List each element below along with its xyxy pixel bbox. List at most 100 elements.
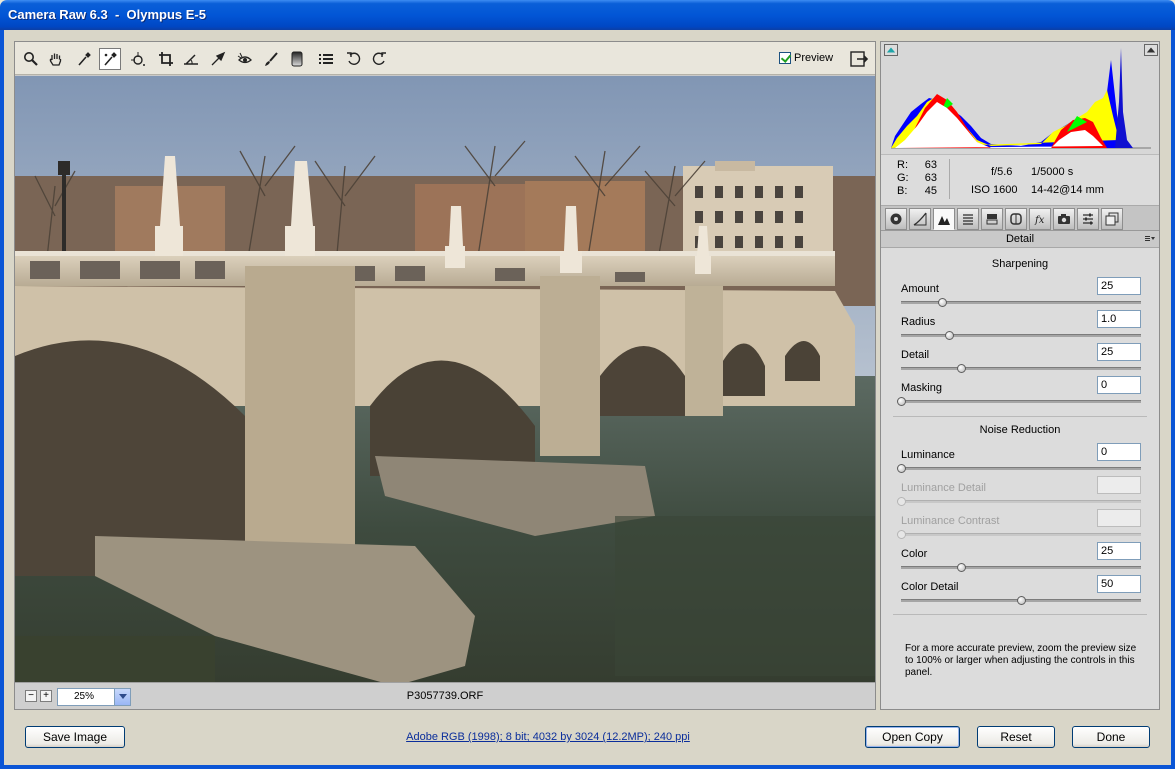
luminance-detail-slider-thumb bbox=[897, 497, 906, 506]
blue-label: B: bbox=[897, 185, 908, 197]
rotate-left-icon[interactable] bbox=[343, 48, 365, 70]
color-detail-slider-thumb[interactable] bbox=[1017, 596, 1026, 605]
panel-menu-icon[interactable] bbox=[1145, 236, 1155, 242]
color-detail-control: Color Detail 50 bbox=[899, 575, 1143, 611]
readout-divider bbox=[949, 159, 950, 199]
title-bar[interactable]: Camera Raw 6.3 - Olympus E-5 bbox=[0, 0, 1175, 30]
luminance-field[interactable]: 0 bbox=[1097, 443, 1141, 461]
luminance-detail-label: Luminance Detail bbox=[901, 482, 986, 494]
tab-tone-curve-icon[interactable] bbox=[909, 208, 931, 230]
graduated-filter-icon[interactable] bbox=[286, 48, 308, 70]
preferences-icon[interactable] bbox=[315, 48, 337, 70]
radius-field[interactable]: 1.0 bbox=[1097, 310, 1141, 328]
workflow-options-link[interactable]: Adobe RGB (1998); 8 bit; 4032 by 3024 (1… bbox=[380, 731, 716, 743]
green-value: 63 bbox=[924, 172, 937, 184]
luminance-detail-control: Luminance Detail bbox=[897, 476, 1143, 512]
luminance-contrast-field bbox=[1097, 509, 1141, 527]
adjustment-brush-icon[interactable] bbox=[260, 48, 282, 70]
save-image-button[interactable]: Save Image bbox=[25, 726, 125, 748]
radius-label: Radius bbox=[901, 316, 936, 328]
file-name: P3057739.ORF bbox=[406, 690, 484, 702]
shutter-value: 1/5000 s bbox=[1031, 166, 1074, 178]
luminance-detail-slider-track bbox=[901, 500, 1141, 503]
spot-removal-icon[interactable] bbox=[207, 48, 229, 70]
masking-control: Masking 0 bbox=[897, 376, 1143, 412]
full-screen-icon[interactable] bbox=[849, 49, 869, 69]
red-value: 63 bbox=[924, 159, 937, 171]
hand-tool-icon[interactable] bbox=[45, 48, 67, 70]
luminance-contrast-label: Luminance Contrast bbox=[901, 515, 1000, 527]
color-slider-track[interactable] bbox=[901, 566, 1141, 569]
tab-detail-icon[interactable] bbox=[933, 208, 955, 230]
tab-split-toning-icon[interactable] bbox=[981, 208, 1003, 230]
tab-snapshots-icon[interactable] bbox=[1101, 208, 1123, 230]
luminance-label: Luminance bbox=[901, 449, 955, 461]
tab-effects-icon[interactable]: fx bbox=[1029, 208, 1051, 230]
color-label: Color bbox=[901, 548, 928, 560]
highlight-clipping-icon[interactable] bbox=[1144, 44, 1158, 56]
color-field[interactable]: 25 bbox=[1097, 542, 1141, 560]
zoom-tool-icon[interactable] bbox=[20, 48, 42, 70]
section-divider bbox=[893, 416, 1147, 417]
amount-control: Amount 25 bbox=[899, 277, 1143, 313]
luminance-slider-track[interactable] bbox=[901, 467, 1141, 470]
white-balance-icon[interactable] bbox=[73, 48, 95, 70]
luminance-control: Luminance 0 bbox=[897, 443, 1143, 479]
preview-status-bar: − + 25% P3057739.ORF bbox=[15, 682, 875, 709]
radius-slider-track[interactable] bbox=[901, 334, 1141, 337]
luminance-contrast-slider-thumb bbox=[897, 530, 906, 539]
straighten-icon[interactable] bbox=[180, 48, 202, 70]
radius-slider-thumb[interactable] bbox=[945, 331, 954, 340]
color-detail-label: Color Detail bbox=[901, 581, 959, 593]
color-detail-field[interactable]: 50 bbox=[1097, 575, 1141, 593]
radius-control: Radius 1.0 bbox=[899, 310, 1143, 346]
open-copy-button[interactable]: Open Copy bbox=[865, 726, 960, 748]
luminance-detail-field bbox=[1097, 476, 1141, 494]
detail-panel: Sharpening Amount 25 Radius 1.0 Detail 2… bbox=[881, 249, 1159, 709]
tab-basic-icon[interactable] bbox=[885, 208, 907, 230]
lens-value: 14-42@14 mm bbox=[1031, 184, 1104, 196]
amount-field[interactable]: 25 bbox=[1097, 277, 1141, 295]
panel-title: Detail bbox=[1005, 233, 1035, 245]
done-button[interactable]: Done bbox=[1072, 726, 1150, 748]
iso-value: ISO 1600 bbox=[971, 184, 1018, 196]
tab-presets-icon[interactable] bbox=[1077, 208, 1099, 230]
red-eye-icon[interactable] bbox=[234, 48, 256, 70]
targeted-adjustment-icon[interactable] bbox=[127, 48, 149, 70]
pixel-readout: R: 63 G: 63 B: 45 f/5.6 1/5000 s ISO 1600 14-… bbox=[881, 154, 1159, 204]
detail-slider-track[interactable] bbox=[901, 367, 1141, 370]
luminance-slider-thumb[interactable] bbox=[897, 464, 906, 473]
masking-slider-track[interactable] bbox=[901, 400, 1141, 403]
masking-slider-thumb[interactable] bbox=[897, 397, 906, 406]
detail-control: Detail 25 bbox=[899, 343, 1143, 379]
panel-header: Detail bbox=[881, 231, 1159, 248]
color-sampler-icon[interactable] bbox=[99, 48, 121, 70]
tool-bar: Preview bbox=[15, 42, 875, 75]
green-label: G: bbox=[897, 172, 909, 184]
amount-slider-thumb[interactable] bbox=[937, 298, 947, 307]
crop-icon[interactable] bbox=[155, 48, 177, 70]
preview-checkbox[interactable]: Preview bbox=[779, 52, 833, 64]
right-panel: R: 63 G: 63 B: 45 f/5.6 1/5000 s ISO 1600 14-… bbox=[880, 41, 1160, 710]
image-preview[interactable] bbox=[15, 76, 875, 682]
masking-field[interactable]: 0 bbox=[1097, 376, 1141, 394]
blue-value: 45 bbox=[924, 185, 937, 197]
color-slider-thumb[interactable] bbox=[957, 563, 966, 572]
preview-label: Preview bbox=[794, 52, 834, 64]
reset-button[interactable]: Reset bbox=[977, 726, 1055, 748]
luminance-contrast-slider-track bbox=[901, 533, 1141, 536]
tab-hsl-icon[interactable] bbox=[957, 208, 979, 230]
detail-slider-thumb[interactable] bbox=[957, 364, 966, 373]
svg-text:fx: fx bbox=[1034, 215, 1045, 226]
detail-label: Detail bbox=[901, 349, 930, 361]
histogram bbox=[881, 42, 1159, 154]
panel-tabs: fx bbox=[881, 205, 1159, 231]
preview-checkbox-box[interactable] bbox=[779, 52, 791, 64]
shadow-clipping-icon[interactable] bbox=[884, 44, 898, 56]
amount-label: Amount bbox=[901, 283, 939, 295]
rotate-right-icon[interactable] bbox=[368, 48, 390, 70]
tab-camera-calibration-icon[interactable] bbox=[1053, 208, 1075, 230]
detail-field[interactable]: 25 bbox=[1097, 343, 1141, 361]
tab-lens-corrections-icon[interactable] bbox=[1005, 208, 1027, 230]
aperture-value: f/5.6 bbox=[991, 166, 1013, 178]
